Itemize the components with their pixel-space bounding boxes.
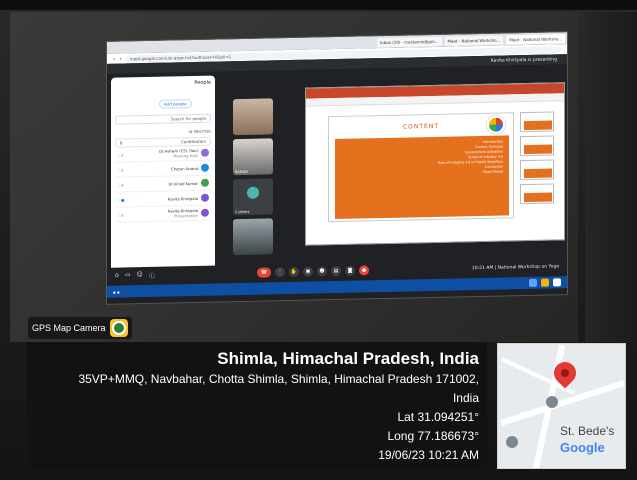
captions-button[interactable]: ▤ <box>331 265 341 277</box>
school-marker-icon <box>506 436 518 448</box>
school-marker-icon <box>546 396 558 408</box>
tile-label: RAMAN <box>235 169 248 175</box>
participant-role: Presentation <box>174 212 198 219</box>
mic-button[interactable]: ● <box>359 265 369 276</box>
video-tile[interactable]: RAMAN <box>233 138 273 176</box>
current-slide: CONTENT Introduction Current Scenario Go… <box>328 112 514 223</box>
gps-camera-logo-icon <box>109 319 128 337</box>
map-place-label: St. Bede's <box>560 424 615 438</box>
slide-body: Introduction Current Scenario Government… <box>335 135 509 220</box>
location-place: Shimla, Himachal Pradesh, India <box>217 349 479 368</box>
activities-icon[interactable]: ⌂ <box>115 272 119 281</box>
windows-start-icon[interactable] <box>553 278 561 287</box>
meeting-side-icons: ⌂ ▭ ☺ ⓘ <box>115 271 155 281</box>
room-top-strip <box>0 0 637 10</box>
tile-label: 2 others <box>235 209 250 215</box>
slide-thumbnail[interactable] <box>520 135 554 157</box>
presentation-window: CONTENT Introduction Current Scenario Go… <box>305 82 565 246</box>
avatar <box>201 193 209 202</box>
participant-role: Meeting host <box>173 152 198 159</box>
browser-tab-active[interactable]: Meet - National Worksho... <box>506 33 566 44</box>
gps-camera-tag: GPS Map Camera <box>28 317 132 339</box>
video-tile[interactable]: 2 others <box>233 178 273 216</box>
slide-thumbnail[interactable] <box>520 111 554 133</box>
back-arrow-icon[interactable]: ‹ <box>113 55 115 62</box>
browser-tab[interactable]: Meet - National Worksho... <box>444 35 504 46</box>
taskbar-app-icon[interactable] <box>541 278 549 287</box>
location-country: India <box>452 391 479 405</box>
taskbar-icons <box>529 278 561 287</box>
location-map: St. Bede's Google <box>497 343 626 469</box>
slide-thumbnails <box>520 111 560 232</box>
add-people-button[interactable]: Add people <box>159 99 192 109</box>
map-brand-logo: Google <box>560 440 605 455</box>
avatar <box>201 148 209 157</box>
participant-name: Chetan Anand <box>171 165 198 171</box>
location-datetime: 19/06/23 10:21 AM <box>378 448 479 462</box>
location-address: 35VP+MMQ, Navbahar, Chotta Shimla, Shiml… <box>78 372 479 386</box>
more-options-button[interactable]: ⋮ <box>275 267 285 278</box>
room-right-edge <box>585 12 637 342</box>
people-icon[interactable]: ☺ <box>136 271 142 280</box>
participant-avatar-icon <box>247 186 259 199</box>
raise-hand-button[interactable]: ✋ <box>289 266 299 278</box>
info-icon[interactable]: ⓘ <box>149 271 155 280</box>
taskbar-app-icon[interactable] <box>529 278 537 287</box>
forward-arrow-icon[interactable]: › <box>119 55 121 62</box>
projected-screen: Inbox (10) - rcestamin@gm... Meet - Nati… <box>106 31 568 305</box>
call-controls: ☎ ⋮ ✋ ▣ ☻ ▤ ◙ ● <box>257 265 369 278</box>
contributors-count: 6 <box>120 140 123 146</box>
photo-frame: Inbox (10) - rcestamin@gm... Meet - Nati… <box>0 0 637 480</box>
location-info-card: Shimla, Himachal Pradesh, India 35VP+MMQ… <box>27 342 487 468</box>
taskbar-clock: ▪ ▪ <box>113 289 120 295</box>
contributors-label: Contributors <box>181 138 206 145</box>
avatar <box>201 163 209 172</box>
leave-call-button[interactable]: ☎ <box>257 267 271 278</box>
present-button[interactable]: ▣ <box>303 266 313 277</box>
in-meeting-label: IN MEETING <box>188 128 211 135</box>
location-longitude: Long 77.186673° <box>387 429 479 443</box>
slide-thumbnail[interactable] <box>520 183 554 205</box>
participant-name: Kavita Khirtpala <box>167 195 198 202</box>
browser-tab[interactable]: Inbox (10) - rcestamin@gm... <box>377 36 442 47</box>
avatar <box>201 208 209 217</box>
video-tile[interactable] <box>233 98 273 136</box>
avatar <box>201 178 209 187</box>
people-panel-title: People <box>194 79 211 86</box>
location-latitude: Lat 31.094251° <box>397 410 479 424</box>
people-panel: People Add people Search for people IN M… <box>111 75 215 278</box>
search-people-input[interactable]: Search for people <box>115 113 211 125</box>
participant-name: Dr.Vinod Kumar <box>168 180 198 187</box>
camera-button[interactable]: ◙ <box>345 265 355 276</box>
gps-camera-label: GPS Map Camera <box>32 323 106 333</box>
slide-thumbnail[interactable] <box>520 159 554 181</box>
meeting-time-title: 10:21 AM | National Workshop on Yoga <box>471 263 559 271</box>
emoji-button[interactable]: ☻ <box>317 266 327 277</box>
chat-icon[interactable]: ▭ <box>125 271 131 280</box>
video-tile[interactable] <box>233 218 273 256</box>
participant-row[interactable]: ⋮ ⌀ Kavita Khirtpala Presentation <box>115 205 211 223</box>
